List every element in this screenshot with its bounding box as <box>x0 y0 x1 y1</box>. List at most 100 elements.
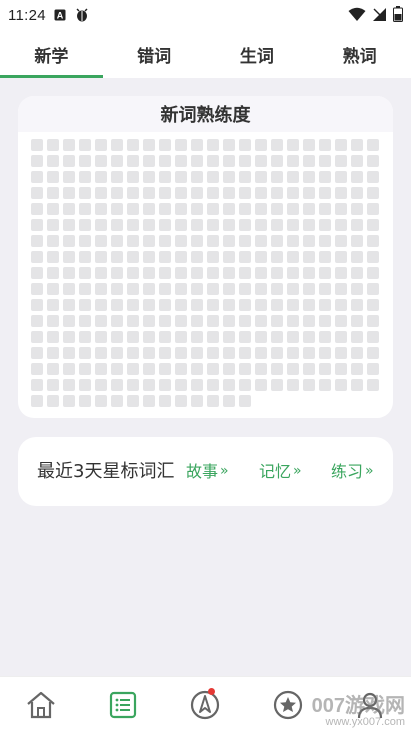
grid-cell <box>239 347 251 359</box>
grid-cell <box>207 379 219 391</box>
grid-cell <box>351 203 363 215</box>
grid-cell <box>47 379 59 391</box>
grid-cell <box>31 171 43 183</box>
grid-cell <box>47 267 59 279</box>
grid-cell <box>143 139 155 151</box>
tab-bar: 新学 错词 生词 熟词 <box>0 30 411 78</box>
tab-label: 新学 <box>34 46 69 67</box>
grid-cell <box>239 235 251 247</box>
grid-cell <box>255 347 267 359</box>
nav-starred[interactable] <box>258 680 318 730</box>
grid-cell <box>95 235 107 247</box>
grid-cell <box>159 347 171 359</box>
grid-cell <box>111 347 123 359</box>
grid-cell <box>223 203 235 215</box>
grid-cell <box>207 251 219 263</box>
grid-cell <box>287 251 299 263</box>
grid-cell <box>223 363 235 375</box>
grid-cell <box>31 283 43 295</box>
grid-cell <box>31 363 43 375</box>
grid-cell <box>271 331 283 343</box>
grid-cell <box>95 187 107 199</box>
grid-cell <box>367 203 379 215</box>
practice-link[interactable]: 练习 » <box>331 437 373 506</box>
grid-cell <box>95 363 107 375</box>
tab-wrong[interactable]: 错词 <box>103 30 206 78</box>
grid-cell <box>111 267 123 279</box>
grid-cell <box>159 187 171 199</box>
grid-cell <box>31 379 43 391</box>
grid-cell <box>47 235 59 247</box>
grid-cell <box>127 235 139 247</box>
grid-cell <box>223 283 235 295</box>
grid-cell <box>223 267 235 279</box>
grid-cell <box>111 363 123 375</box>
nav-discover[interactable] <box>175 680 235 730</box>
grid-cell <box>335 139 347 151</box>
tab-new[interactable]: 新学 <box>0 30 103 78</box>
tab-unfamiliar[interactable]: 生词 <box>206 30 309 78</box>
grid-cell <box>95 299 107 311</box>
tab-familiar[interactable]: 熟词 <box>308 30 411 78</box>
grid-cell <box>79 283 91 295</box>
grid-cell <box>63 331 75 343</box>
status-time: 11:24 <box>8 6 46 24</box>
grid-cell <box>79 251 91 263</box>
grid-cell <box>319 155 331 167</box>
grid-cell <box>351 267 363 279</box>
memory-link[interactable]: 记忆 » <box>259 437 301 506</box>
list-icon <box>110 691 137 718</box>
grid-cell <box>255 235 267 247</box>
chevron-right-icon: » <box>365 463 373 479</box>
grid-cell <box>367 331 379 343</box>
grid-cell <box>303 363 315 375</box>
grid-cell <box>287 363 299 375</box>
grid-cell <box>63 203 75 215</box>
grid-cell <box>367 315 379 327</box>
tab-label: 熟词 <box>342 46 377 67</box>
grid-cell <box>367 363 379 375</box>
grid-cell <box>79 299 91 311</box>
grid-cell <box>303 235 315 247</box>
grid-cell <box>47 315 59 327</box>
grid-cell <box>207 299 219 311</box>
grid-cell <box>367 187 379 199</box>
grid-cell <box>175 363 187 375</box>
grid-cell <box>239 219 251 231</box>
grid-cell <box>319 187 331 199</box>
starred-words-card: 最近3天星标词汇 故事 » 记忆 » 练习 » <box>18 437 393 506</box>
grid-cell <box>79 347 91 359</box>
grid-cell <box>111 283 123 295</box>
status-bar: 11:24 A <box>0 0 411 30</box>
grid-cell <box>191 235 203 247</box>
grid-cell <box>271 235 283 247</box>
grid-cell <box>351 299 363 311</box>
grid-cell <box>111 315 123 327</box>
grid-cell <box>191 267 203 279</box>
grid-cell <box>255 283 267 295</box>
grid-cell <box>175 219 187 231</box>
grid-cell <box>79 395 91 407</box>
grid-cell <box>127 347 139 359</box>
grid-cell <box>95 267 107 279</box>
nav-home[interactable] <box>11 680 71 730</box>
grid-cell <box>255 251 267 263</box>
grid-cell <box>351 155 363 167</box>
grid-cell <box>175 235 187 247</box>
grid-cell <box>111 251 123 263</box>
grid-cell <box>143 379 155 391</box>
story-link[interactable]: 故事 » <box>186 437 228 506</box>
grid-cell <box>95 219 107 231</box>
grid-cell <box>95 171 107 183</box>
grid-cell <box>159 363 171 375</box>
svg-text:A: A <box>57 11 64 21</box>
nav-profile[interactable] <box>340 680 400 730</box>
grid-cell <box>159 139 171 151</box>
nav-wordlist[interactable] <box>93 680 153 730</box>
grid-cell <box>95 139 107 151</box>
grid-cell <box>239 171 251 183</box>
grid-cell <box>239 379 251 391</box>
grid-cell <box>335 171 347 183</box>
grid-cell <box>63 363 75 375</box>
grid-cell <box>79 203 91 215</box>
